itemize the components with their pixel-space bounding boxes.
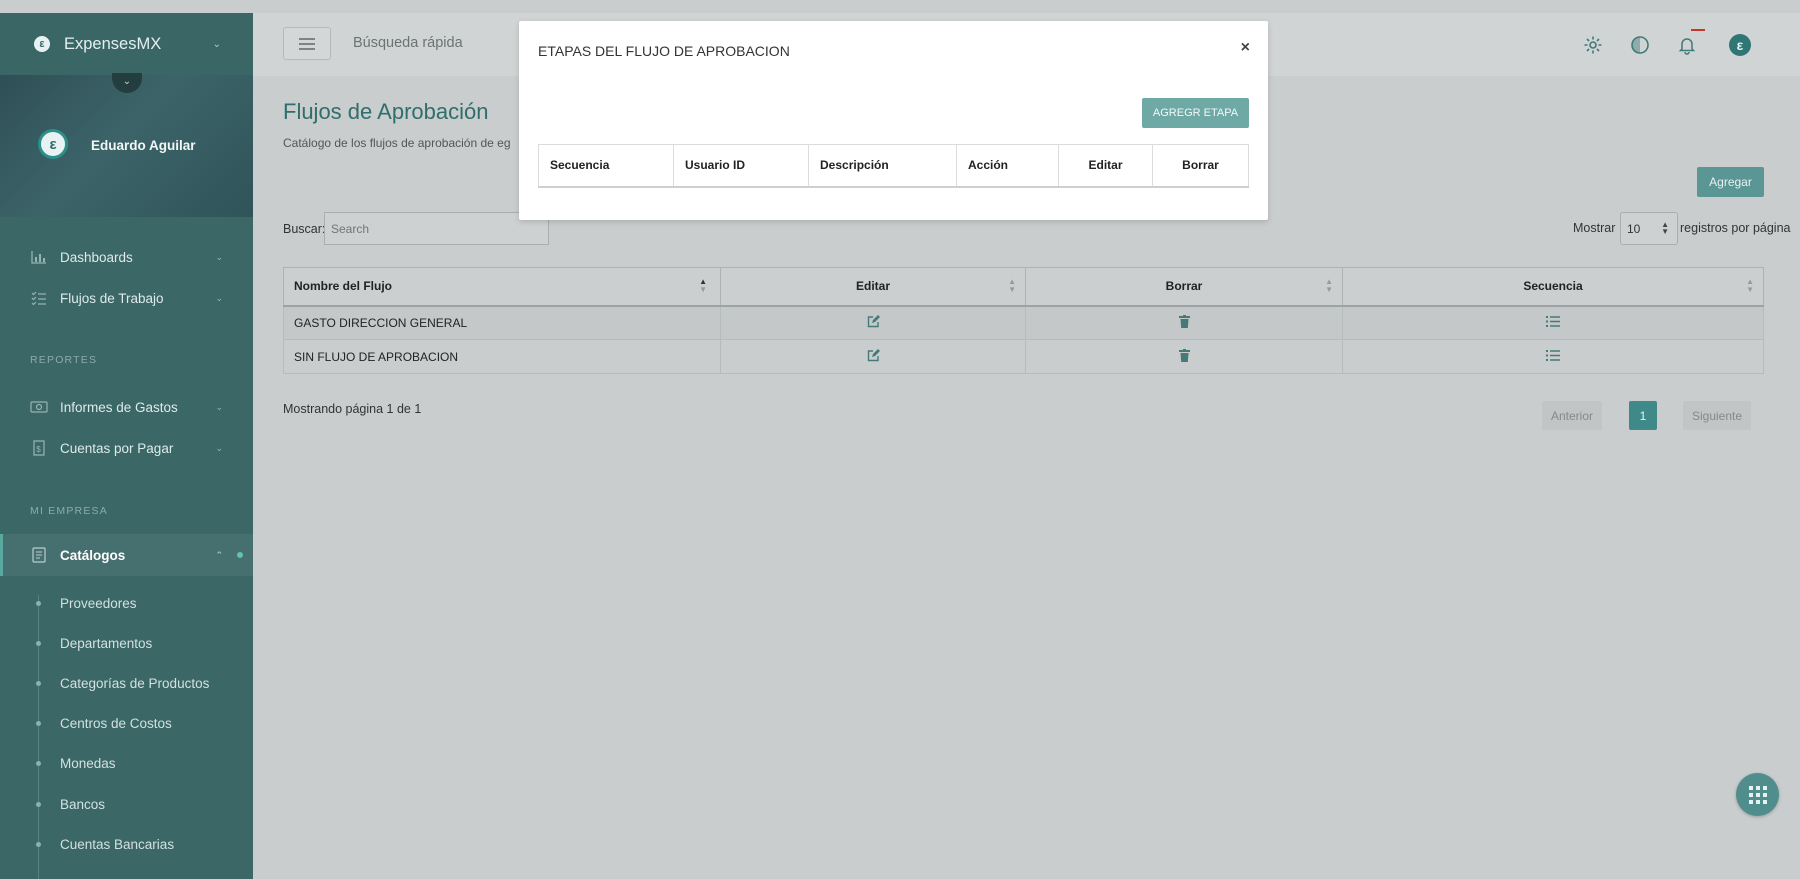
column-header-action[interactable]: Acción [956, 144, 1059, 188]
show-label: Mostrar [1573, 221, 1616, 235]
section-label-reportes: REPORTES [30, 354, 98, 366]
app-logo-icon: ε [34, 36, 50, 52]
column-header-user-id[interactable]: Usuario ID [673, 144, 809, 188]
bill-icon: $ [30, 440, 48, 456]
flow-name: SIN FLUJO DE APROBACION [283, 339, 721, 374]
modal-title: ETAPAS DEL FLUJO DE APROBACION [538, 43, 790, 59]
chevron-down-icon[interactable]: ⌄ [213, 39, 221, 50]
search-input[interactable] [324, 212, 549, 245]
profile-panel: ⌄ ε Eduardo Aguilar [0, 73, 253, 217]
column-header-edit[interactable]: Editar [1058, 144, 1153, 188]
trash-icon[interactable] [1178, 348, 1190, 365]
sidebar-subitem-bank-accounts[interactable]: Cuentas Bancarias [0, 829, 253, 859]
column-header-sequence[interactable]: Secuencia [538, 144, 674, 188]
page-title: Flujos de Aprobación [283, 99, 489, 124]
grid-apps-icon [1748, 785, 1767, 804]
hamburger-icon [299, 37, 315, 50]
sidebar-item-label: Cuentas por Pagar [60, 440, 174, 456]
sidebar-subitem-suppliers[interactable]: Proveedores [0, 588, 253, 618]
pagination-next-button[interactable]: Siguiente [1683, 401, 1751, 430]
page-subtitle: Catálogo de los flujos de aprobación de … [283, 136, 511, 150]
notification-badge [1691, 29, 1705, 31]
chevron-down-icon: ⌄ [215, 401, 223, 412]
column-header-delete[interactable]: Borrar ▲ ▼ [1025, 267, 1343, 307]
approval-stages-modal: ETAPAS DEL FLUJO DE APROBACION × AGREGR … [519, 21, 1268, 220]
sequence-list-icon[interactable] [1546, 315, 1560, 330]
menu-toggle-button[interactable] [283, 27, 331, 60]
chevron-down-icon: ⌄ [215, 251, 223, 262]
pagination-current-page[interactable]: 1 [1629, 401, 1657, 430]
active-indicator [237, 552, 243, 558]
sidebar-item-label: Informes de Gastos [60, 399, 178, 415]
sort-icon: ▲ ▼ [1008, 277, 1016, 294]
select-arrows-icon: ▲ ▼ [1661, 220, 1669, 236]
column-header-description[interactable]: Descripción [808, 144, 957, 188]
book-icon [30, 547, 48, 563]
app-name: ExpensesMX [64, 34, 162, 53]
brand-header[interactable]: ε ExpensesMX ⌄ [0, 13, 253, 75]
list-icon [30, 290, 48, 306]
gear-icon[interactable] [1581, 33, 1605, 57]
sidebar-item-label: Dashboards [60, 249, 133, 265]
edit-icon[interactable] [867, 314, 880, 331]
trash-icon[interactable] [1178, 314, 1190, 331]
quick-search[interactable]: Búsqueda rápida [353, 35, 463, 51]
sort-icon: ▲ ▼ [1325, 277, 1333, 294]
brand-logo-icon[interactable]: ε [1729, 34, 1751, 56]
edit-icon[interactable] [867, 348, 880, 365]
sidebar-item-dashboards[interactable]: Dashboards ⌄ [0, 237, 253, 277]
page-size-value: 10 [1627, 222, 1641, 236]
pagination-prev-button[interactable]: Anterior [1542, 401, 1602, 430]
money-icon [30, 399, 48, 415]
sidebar-item-expense-reports[interactable]: Informes de Gastos ⌄ [0, 387, 253, 427]
svg-text:$: $ [36, 445, 41, 454]
profile-collapse-icon[interactable]: ⌄ [112, 73, 142, 93]
sidebar-subitem-banks[interactable]: Bancos [0, 789, 253, 819]
sidebar-subitem-currencies[interactable]: Monedas [0, 748, 253, 778]
column-header-sequence[interactable]: Secuencia ▲ ▼ [1342, 267, 1764, 307]
sort-icon: ▲ ▼ [1746, 277, 1754, 294]
user-name: Eduardo Aguilar [91, 138, 196, 153]
sidebar-item-catalogs[interactable]: Catálogos ⌃ [0, 534, 253, 576]
column-header-edit[interactable]: Editar ▲ ▼ [720, 267, 1026, 307]
paging-info: Mostrando página 1 de 1 [283, 402, 422, 416]
bell-icon[interactable] [1675, 29, 1705, 57]
column-header-name[interactable]: Nombre del Flujo ▲ ▼ [283, 267, 721, 307]
chevron-up-icon: ⌃ [215, 549, 223, 560]
chevron-down-icon: ⌄ [215, 292, 223, 303]
stages-table: Secuencia Usuario ID Descripción Acción … [538, 144, 1249, 188]
sidebar-item-label: Catálogos [60, 547, 126, 563]
sort-asc-icon: ▲ ▼ [699, 277, 707, 294]
apps-menu-button[interactable] [1736, 773, 1779, 816]
per-page-label: registros por página [1680, 221, 1791, 235]
section-label-mi-empresa: MI EMPRESA [30, 505, 108, 517]
table-row: SIN FLUJO DE APROBACION [283, 339, 1764, 374]
table-row: GASTO DIRECCION GENERAL [283, 305, 1764, 340]
flows-table: Nombre del Flujo ▲ ▼ Editar ▲ ▼ Borrar ▲ ▼ … [283, 267, 1764, 374]
page-size-select[interactable]: 10 ▲ ▼ [1620, 212, 1678, 245]
add-button[interactable]: Agregar [1697, 167, 1764, 197]
contrast-icon[interactable] [1628, 33, 1652, 57]
chevron-down-icon: ⌄ [215, 442, 223, 453]
avatar[interactable]: ε [38, 129, 68, 159]
add-stage-button[interactable]: AGREGR ETAPA [1142, 98, 1249, 128]
column-header-delete[interactable]: Borrar [1152, 144, 1249, 188]
sidebar-subitem-departments[interactable]: Departamentos [0, 628, 253, 658]
sidebar-item-workflows[interactable]: Flujos de Trabajo ⌄ [0, 278, 253, 318]
sequence-list-icon[interactable] [1546, 349, 1560, 364]
sidebar-subitem-product-categories[interactable]: Categorías de Productos [0, 668, 253, 698]
sidebar-item-label: Flujos de Trabajo [60, 290, 164, 306]
flow-name: GASTO DIRECCION GENERAL [283, 305, 721, 340]
sidebar-item-accounts-payable[interactable]: $ Cuentas por Pagar ⌄ [0, 428, 253, 468]
close-icon[interactable]: × [1241, 39, 1250, 57]
sidebar: ε ExpensesMX ⌄ ⌄ ε Eduardo Aguilar Dashb… [0, 13, 253, 879]
chart-icon [30, 249, 48, 265]
sidebar-subitem-cost-centers[interactable]: Centros de Costos [0, 708, 253, 738]
search-label: Buscar: [283, 222, 326, 236]
